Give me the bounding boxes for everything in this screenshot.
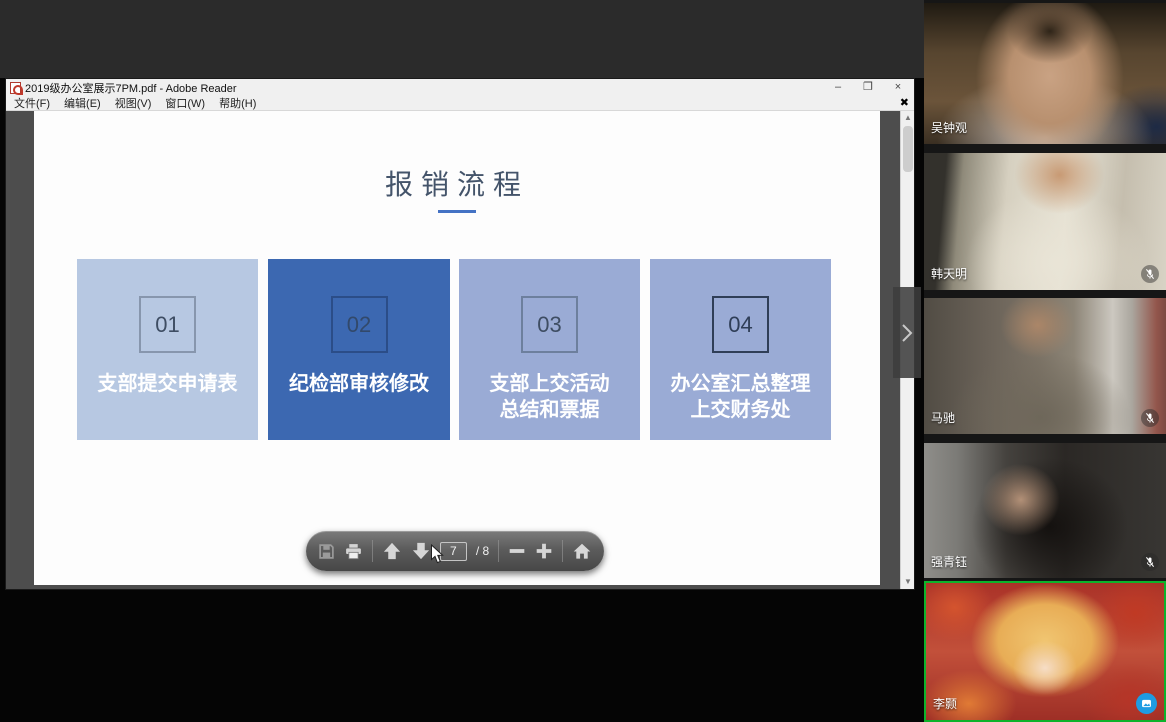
toolbar-divider: [562, 540, 563, 562]
participant-tile-2[interactable]: 韩天明: [924, 153, 1166, 290]
zoom-out-icon[interactable]: [508, 542, 526, 560]
pdf-page: 报销流程 01 支部提交申请表 02 纪检部审核修改 03: [34, 111, 880, 585]
step-number-box: 04: [712, 296, 769, 353]
menubar: 文件(F) 编辑(E) 视图(V) 窗口(W) 帮助(H): [6, 96, 914, 111]
reader-toolbar: / 8: [306, 531, 604, 571]
step-label: 支部提交申请表: [77, 371, 258, 397]
step-card-2: 02 纪检部审核修改: [268, 259, 450, 440]
step-label: 纪检部审核修改: [268, 371, 450, 397]
participants-sidebar: 吴钟观 韩天明 马驰 强青钰 李颢: [924, 0, 1166, 722]
home-icon[interactable]: [572, 542, 592, 561]
step-card-1: 01 支部提交申请表: [77, 259, 258, 440]
menu-window[interactable]: 窗口(W): [165, 95, 205, 111]
mic-muted-icon: [1141, 265, 1159, 283]
avatar-photo-badge-icon: [1136, 693, 1157, 714]
participant-tile-3[interactable]: 马驰: [924, 298, 1166, 434]
mic-muted-icon: [1141, 553, 1159, 571]
share-background: [0, 0, 924, 78]
step-card-3: 03 支部上交活动 总结和票据: [459, 259, 640, 440]
window-titlebar: 2019级办公室展示7PM.pdf - Adobe Reader: [6, 79, 914, 96]
save-icon[interactable]: [318, 543, 335, 560]
chevron-right-icon: [900, 322, 914, 344]
step-label: 支部上交活动 总结和票据: [459, 371, 640, 423]
page-down-icon[interactable]: [411, 541, 431, 561]
step-number-box: 03: [521, 296, 578, 353]
pdf-file-icon: [10, 82, 21, 94]
participant-video: [924, 298, 1166, 434]
title-underline: [438, 210, 476, 213]
restore-button[interactable]: ❐: [860, 79, 876, 96]
document-area: 报销流程 01 支部提交申请表 02 纪检部审核修改 03: [6, 111, 914, 589]
scroll-up-icon[interactable]: ▲: [901, 111, 914, 125]
participant-name: 李颢: [933, 695, 957, 712]
zoom-in-icon[interactable]: [535, 542, 553, 560]
toolbar-divider: [498, 540, 499, 562]
close-button[interactable]: ×: [890, 79, 906, 96]
scroll-down-icon[interactable]: ▼: [901, 575, 914, 589]
participant-tile-4[interactable]: 强青钰: [924, 443, 1166, 578]
page-title: 报销流程: [34, 163, 880, 203]
step-number-box: 02: [331, 296, 388, 353]
document-close-icon[interactable]: ✖: [900, 96, 909, 111]
print-icon[interactable]: [344, 543, 363, 560]
window-controls: – ❐ ×: [830, 79, 912, 96]
participant-name: 强青钰: [931, 553, 967, 570]
mic-muted-icon: [1141, 409, 1159, 427]
mouse-cursor: [430, 544, 445, 570]
meeting-app: 2019级办公室展示7PM.pdf - Adobe Reader – ❐ × 文…: [0, 0, 1166, 722]
scrollbar-thumb[interactable]: [903, 126, 913, 172]
step-number-box: 01: [139, 296, 196, 353]
participant-name: 吴钟观: [931, 119, 967, 136]
page-up-icon[interactable]: [382, 541, 402, 561]
participant-name: 韩天明: [931, 265, 967, 282]
toolbar-divider: [372, 540, 373, 562]
step-label: 办公室汇总整理 上交财务处: [650, 371, 831, 423]
participant-tile-1[interactable]: 吴钟观: [924, 3, 1166, 144]
process-steps: 01 支部提交申请表 02 纪检部审核修改 03 支部上交活动 总结和票据: [34, 259, 880, 441]
menu-edit[interactable]: 编辑(E): [64, 95, 101, 111]
menu-view[interactable]: 视图(V): [115, 95, 152, 111]
adobe-reader-window: 2019级办公室展示7PM.pdf - Adobe Reader – ❐ × 文…: [5, 78, 915, 590]
menu-help[interactable]: 帮助(H): [219, 95, 256, 111]
menu-file[interactable]: 文件(F): [14, 95, 50, 111]
participant-tile-5-active-speaker[interactable]: 李颢: [924, 581, 1166, 722]
window-title: 2019级办公室展示7PM.pdf - Adobe Reader: [25, 80, 237, 96]
participant-avatar-image: [926, 583, 1164, 720]
screen-share-area: 2019级办公室展示7PM.pdf - Adobe Reader – ❐ × 文…: [0, 0, 924, 722]
sidebar-collapse-button[interactable]: [893, 287, 921, 378]
minimize-button[interactable]: –: [830, 79, 846, 96]
step-card-4: 04 办公室汇总整理 上交财务处: [650, 259, 831, 440]
page-total-label: / 8: [476, 544, 489, 558]
participant-name: 马驰: [931, 409, 955, 426]
